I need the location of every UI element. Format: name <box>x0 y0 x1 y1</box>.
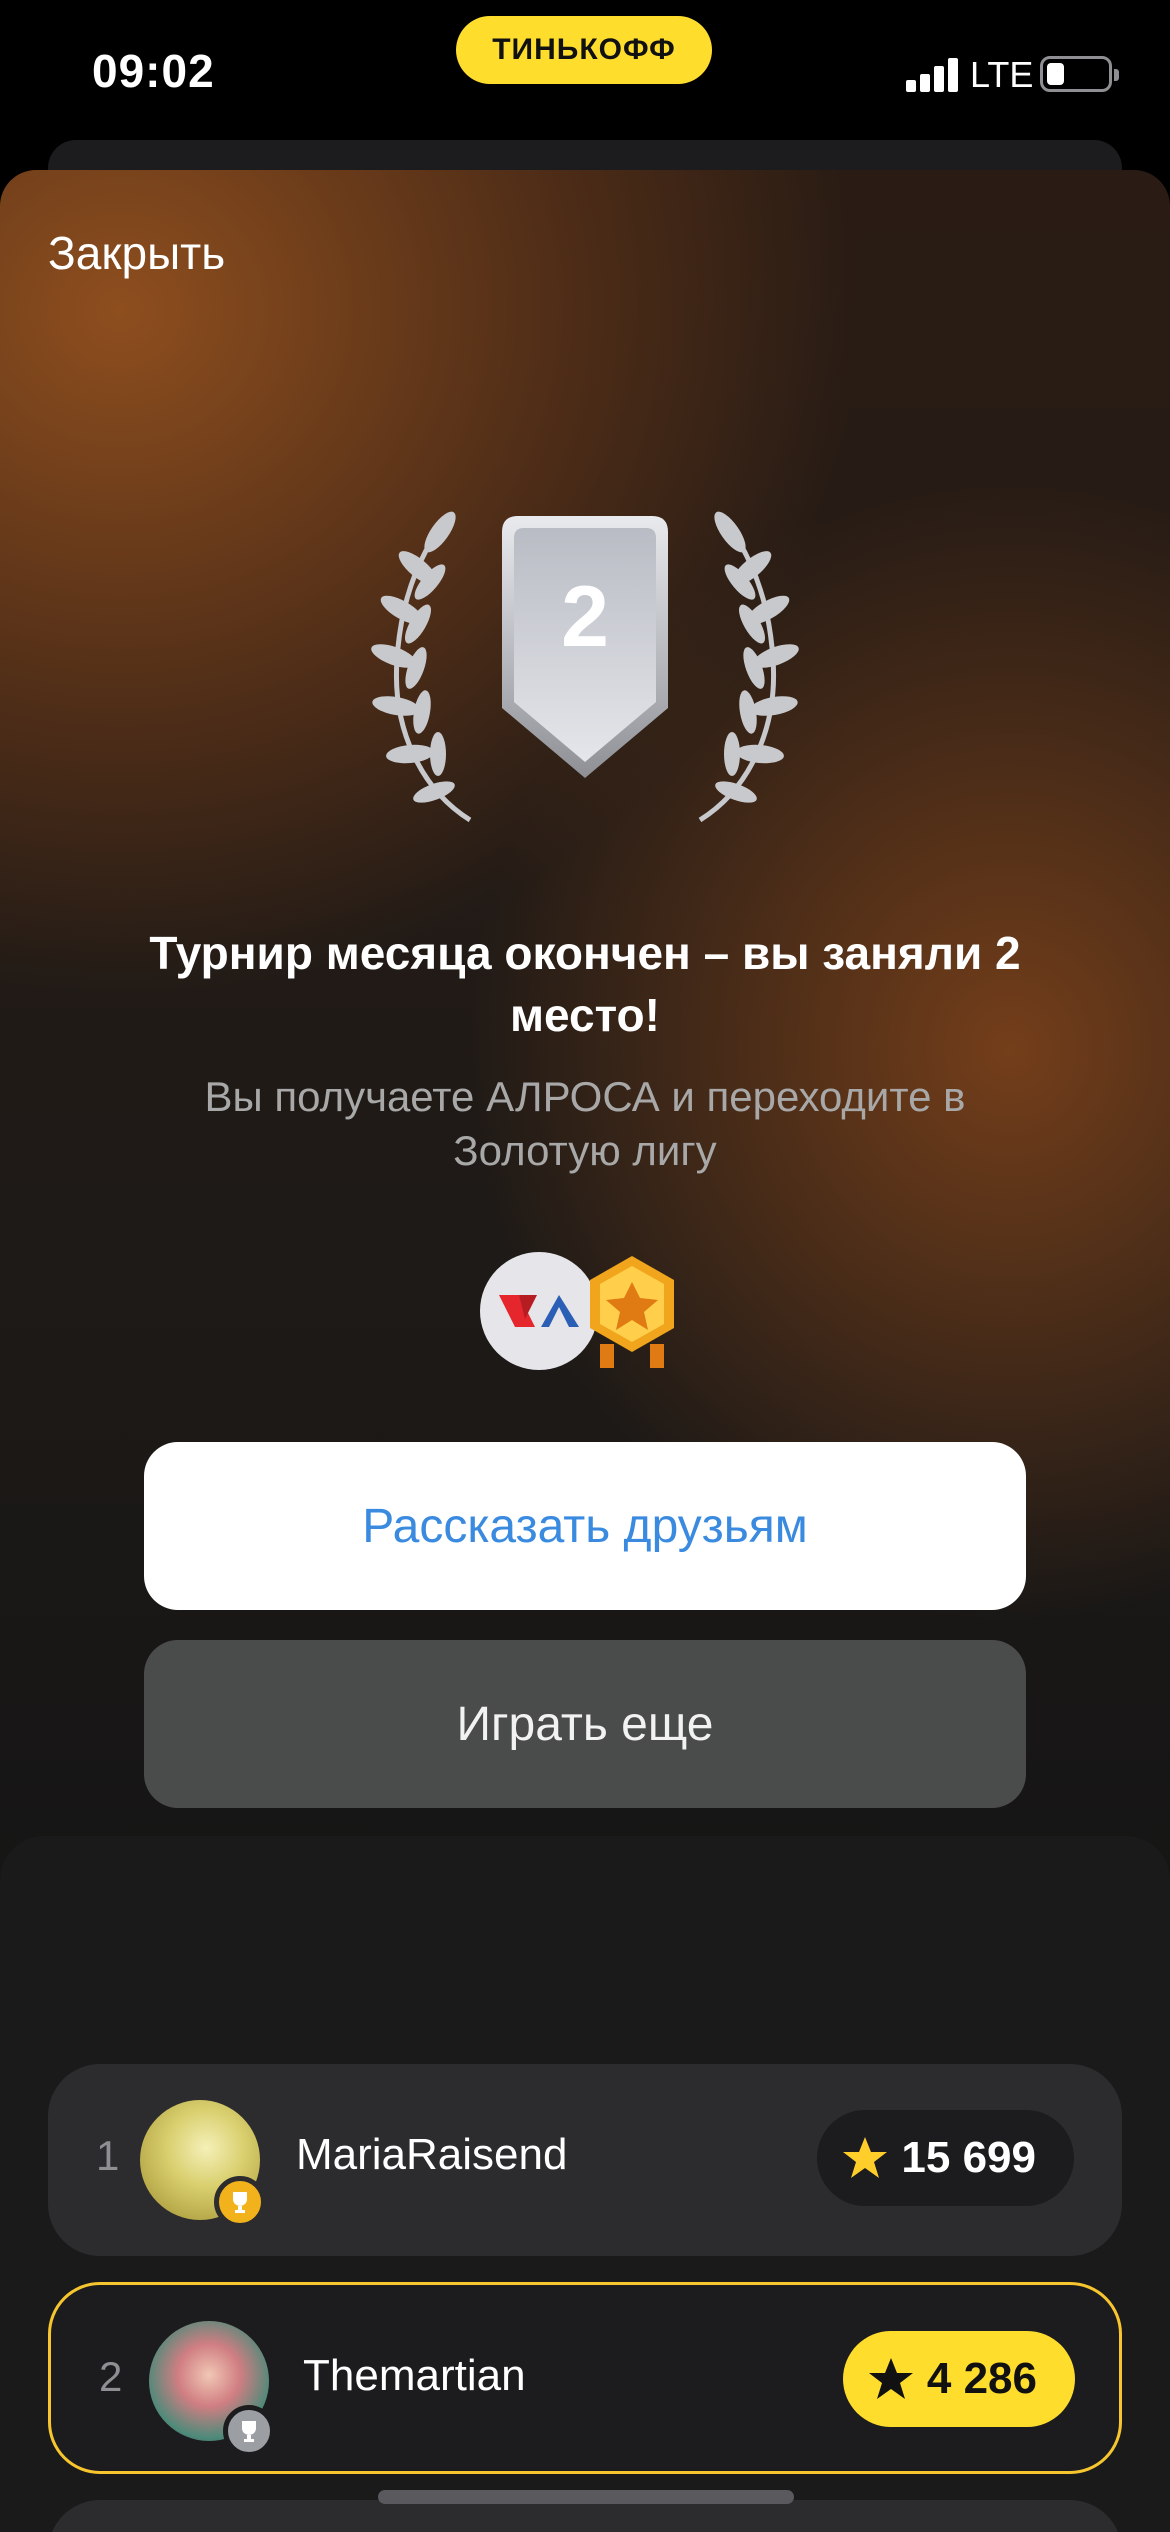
gold-trophy-icon <box>214 2176 266 2228</box>
gold-league-badge-icon <box>582 1252 682 1372</box>
brand-pill: ТИНЬКОФФ <box>456 16 712 84</box>
star-icon <box>843 2137 888 2178</box>
share-with-friends-button[interactable]: Рассказать друзьям <box>144 1442 1026 1610</box>
network-type: LTE <box>970 54 1034 95</box>
close-button[interactable]: Закрыть <box>48 226 225 280</box>
result-subtitle: Вы получаете АЛРОСА и переходите в Золот… <box>204 1073 966 1174</box>
player-name: MariaRaisend <box>296 2130 568 2179</box>
silver-trophy-icon <box>223 2405 275 2457</box>
leaderboard-row[interactable] <box>48 2500 1122 2532</box>
row-rank: 2 <box>99 2353 123 2400</box>
rewards-group <box>478 1250 678 1376</box>
status-bar: 09:02 ТИНЬКОФФ LTE <box>0 0 1170 150</box>
alrosa-logo-icon <box>480 1252 598 1370</box>
score-value: 4 286 <box>926 2354 1037 2403</box>
score-pill: 4 286 <box>842 2331 1075 2427</box>
cellular-signal-icon <box>906 56 960 92</box>
laurel-shield-icon <box>371 511 799 823</box>
battery-icon <box>1040 56 1119 92</box>
place-number: 2 <box>561 569 609 665</box>
result-title: Турнир месяца окончен – вы заняли 2 мест… <box>149 927 1021 1041</box>
place-shield-with-laurels: 2 <box>352 510 818 830</box>
leaderboard-row-current-user[interactable]: 2 Themartian 4 286 <box>48 2282 1122 2474</box>
score-pill: 15 699 <box>817 2110 1074 2206</box>
player-name: Themartian <box>303 2351 526 2400</box>
star-icon <box>868 2358 913 2399</box>
row-rank: 1 <box>96 2132 120 2179</box>
leaderboard: 1 MariaRaisend 15 699 2 Themartian 4 286 <box>0 1836 1170 2532</box>
home-indicator[interactable] <box>378 2490 794 2504</box>
score-value: 15 699 <box>901 2133 1036 2182</box>
status-time: 09:02 <box>92 45 215 97</box>
leaderboard-row[interactable]: 1 MariaRaisend 15 699 <box>48 2064 1122 2256</box>
play-again-button[interactable]: Играть еще <box>144 1640 1026 1808</box>
